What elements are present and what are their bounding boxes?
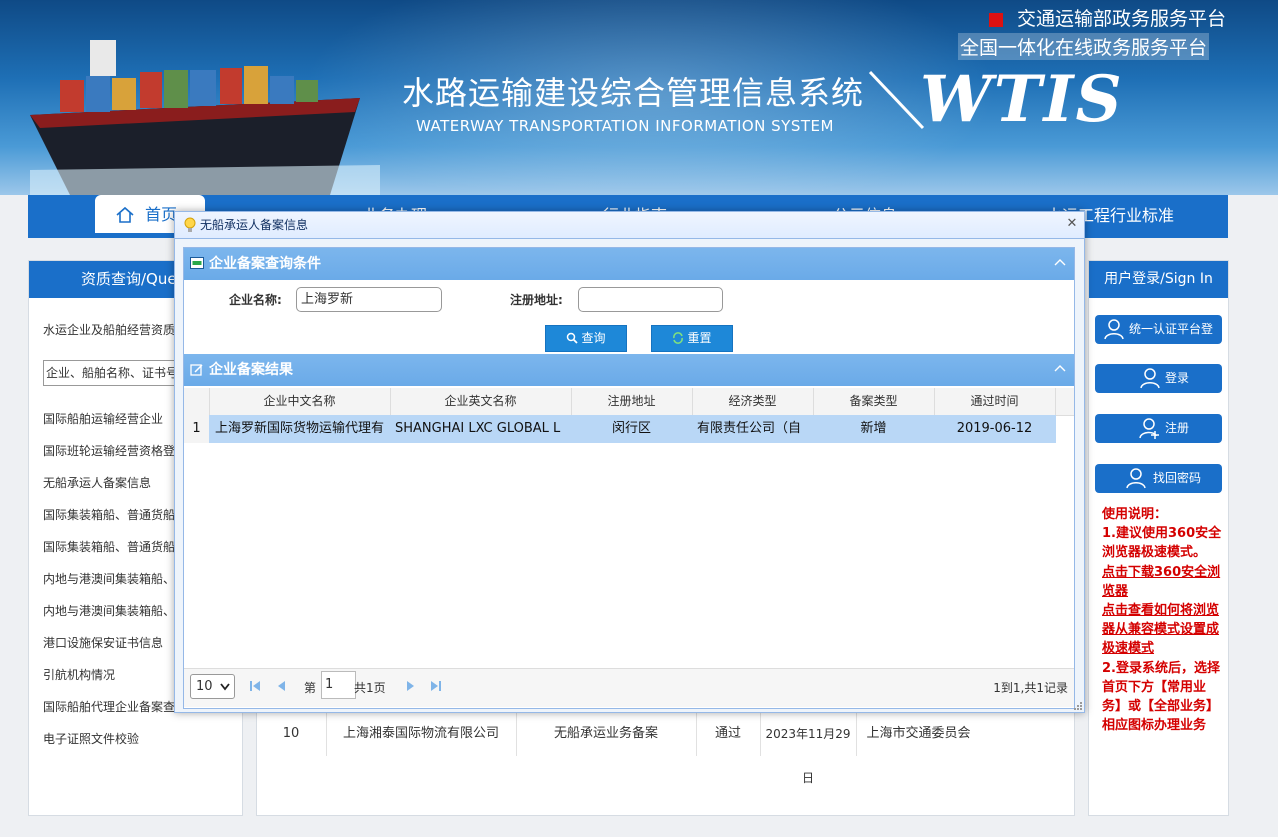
row-status: 通过 <box>696 712 761 756</box>
nav-home-label: 首页 <box>145 205 178 224</box>
col-economy[interactable]: 经济类型 <box>692 388 814 415</box>
red-square-icon <box>988 12 1003 27</box>
lightbulb-icon <box>184 217 196 232</box>
notes-line1: 1.建议使用360安全浏览器极速模式。 <box>1102 526 1222 561</box>
row-type: 无船承运业务备案 <box>516 712 697 756</box>
next-page-icon[interactable] <box>404 680 416 692</box>
company-name-label: 企业名称: <box>229 293 282 307</box>
col-cn-name[interactable]: 企业中文名称 <box>209 388 391 415</box>
query-button[interactable]: 查询 <box>545 325 627 352</box>
dialog-titlebar[interactable]: 无船承运人备案信息 ✕ <box>175 212 1084 239</box>
unified-auth-login-button[interactable]: 统一认证平台登录 <box>1095 315 1222 365</box>
link-item[interactable]: 内地与港澳间集装箱船、 <box>43 570 175 587</box>
collapse-icon[interactable] <box>1054 363 1066 375</box>
link-item[interactable]: 国际班轮运输经营资格登 <box>43 442 175 459</box>
panel-desc: 水运企业及船舶经营资质 <box>43 323 176 337</box>
dialog-title: 无船承运人备案信息 <box>200 218 309 232</box>
cell-economy: 有限责任公司（自 <box>697 421 802 436</box>
row-authority: 上海市交通委员会 <box>866 726 971 741</box>
result-section-header: 企业备案结果 <box>184 354 1074 386</box>
user-icon <box>1140 368 1160 389</box>
logo-slash-icon <box>868 70 925 130</box>
refresh-icon <box>673 332 684 344</box>
link-item[interactable]: 电子证照文件校验 <box>43 730 139 747</box>
page-total: 共1页 <box>354 681 386 695</box>
query-section-header: 企业备案查询条件 <box>184 248 1074 280</box>
col-rownum <box>184 388 210 415</box>
result-section-title: 企业备案结果 <box>209 362 293 378</box>
link-item[interactable]: 国际集装箱船、普通货船 <box>43 538 175 555</box>
reset-button[interactable]: 重置 <box>651 325 733 352</box>
page-size-select[interactable]: 10 <box>190 674 235 699</box>
company-name-input[interactable]: 上海罗新 <box>296 287 442 312</box>
query-section-title: 企业备案查询条件 <box>209 256 321 272</box>
row-company: 上海湘泰国际物流有限公司 <box>326 712 517 756</box>
notes-heading: 使用说明： <box>1102 507 1168 522</box>
row-date: 2023年11月29日 <box>760 712 857 785</box>
cell-date: 2019-06-12 <box>956 421 1033 436</box>
col-record-type[interactable]: 备案类型 <box>813 388 935 415</box>
browser-mode-help-link[interactable]: 点击查看如何将浏览器从兼容模式设置成极速模式 <box>1102 603 1219 656</box>
col-en-name[interactable]: 企业英文名称 <box>390 388 572 415</box>
resize-handle-icon[interactable] <box>1072 700 1082 710</box>
forgot-password-button[interactable]: 找回密码 <box>1095 464 1222 493</box>
col-date[interactable]: 通过时间 <box>934 388 1056 415</box>
wtis-logo: WTIS <box>920 62 1124 137</box>
page-number-input[interactable]: 1 <box>321 671 356 699</box>
row-no: 10 <box>256 712 327 756</box>
record-summary: 1到1,共1记录 <box>993 681 1068 695</box>
search-icon <box>567 332 579 344</box>
system-title: 水路运输建设综合管理信息系统 <box>402 74 865 112</box>
link-item[interactable]: 无船承运人备案信息 <box>43 474 151 491</box>
link-item[interactable]: 国际船舶代理企业备案查 <box>43 698 175 715</box>
cell-record-type: 新增 <box>860 421 887 436</box>
cell-rownum: 1 <box>184 415 209 443</box>
link-item[interactable]: 港口设施保安证书信息 <box>43 634 163 651</box>
first-page-icon[interactable] <box>249 680 261 692</box>
last-page-icon[interactable] <box>430 680 442 692</box>
cargo-ship-image <box>30 40 380 195</box>
notes-line2: 2.登录系统后，选择首页下方【常用业务】或【全部业务】相应图标办理业务 <box>1102 660 1220 734</box>
register-button[interactable]: 注册 <box>1095 414 1222 443</box>
chevron-down-icon <box>220 683 230 691</box>
link-item[interactable]: 国际集装箱船、普通货船 <box>43 506 175 523</box>
header-banner: 交通运输部政务服务平台 全国一体化在线政务服务平台 水路运输建设综合管理信息系统… <box>0 0 1278 195</box>
cell-address: 闵行区 <box>611 421 651 436</box>
edit-icon <box>190 364 203 376</box>
download-browser-link[interactable]: 点击下载360安全浏览器 <box>1102 565 1220 599</box>
pagination-bar: 10 第 1 共1页 1到1,共1记录 <box>184 668 1074 707</box>
reg-address-label: 注册地址: <box>510 293 563 307</box>
table-row[interactable]: 1 上海罗新国际货物运输代理有 SHANGHAI LXC GLOBAL L 闵行… <box>184 415 1056 443</box>
add-user-icon <box>1139 418 1159 439</box>
cell-en-name: SHANGHAI LXC GLOBAL L <box>395 421 561 436</box>
reg-address-input[interactable] <box>578 287 723 312</box>
portal-line2[interactable]: 全国一体化在线政务服务平台 <box>958 33 1210 60</box>
link-item[interactable]: 内地与港澳间集装箱船、 <box>43 602 175 619</box>
prev-page-icon[interactable] <box>276 680 288 692</box>
home-icon <box>116 206 134 223</box>
login-button[interactable]: 登录 <box>1095 364 1222 393</box>
usage-notes: 使用说明： 1.建议使用360安全浏览器极速模式。 点击下载360安全浏览器 点… <box>1102 505 1222 735</box>
user-icon <box>1104 319 1124 340</box>
dialog-body: 企业备案查询条件 企业名称: 上海罗新 注册地址: 查询 重置 企业备案结果 企… <box>183 247 1075 709</box>
close-icon[interactable]: ✕ <box>1066 217 1078 230</box>
user-icon <box>1126 468 1146 489</box>
page-prefix: 第 <box>304 681 317 695</box>
collapse-icon[interactable] <box>1054 257 1066 269</box>
login-panel-title: 用户登录/Sign In <box>1089 261 1228 298</box>
portal-line1[interactable]: 交通运输部政务服务平台 <box>988 4 1226 31</box>
system-subtitle: WATERWAY TRANSPORTATION INFORMATION SYST… <box>416 117 834 135</box>
grid-header: 企业中文名称 企业英文名称 注册地址 经济类型 备案类型 通过时间 <box>184 388 1074 416</box>
link-item[interactable]: 引航机构情况 <box>43 666 115 683</box>
form-icon <box>190 257 204 269</box>
cell-cn-name: 上海罗新国际货物运输代理有 <box>215 421 385 436</box>
table-row[interactable]: 10 上海湘泰国际物流有限公司 无船承运业务备案 通过 2023年11月29日 … <box>256 712 981 785</box>
link-item[interactable]: 国际船舶运输经营企业 <box>43 410 163 427</box>
col-address[interactable]: 注册地址 <box>571 388 693 415</box>
nvocc-record-dialog: 无船承运人备案信息 ✕ 企业备案查询条件 企业名称: 上海罗新 注册地址: 查询… <box>174 211 1085 713</box>
user-login-panel: 用户登录/Sign In 统一认证平台登录 登录 注册 找回密码 使用说明： 1… <box>1088 260 1229 816</box>
